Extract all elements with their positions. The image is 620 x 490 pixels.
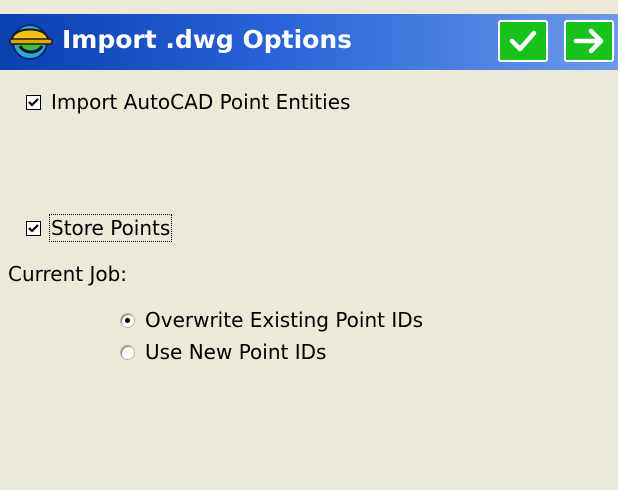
overwrite-ids-label: Overwrite Existing Point IDs xyxy=(145,308,424,332)
next-button[interactable] xyxy=(564,20,614,62)
ok-button[interactable] xyxy=(498,20,548,62)
dialog-screen: Import .dwg Options Import AutoCAD Point… xyxy=(0,0,618,490)
arrow-right-icon xyxy=(573,28,604,54)
checkmark-icon xyxy=(28,223,39,233)
new-ids-option[interactable]: Use New Point IDs xyxy=(120,340,326,364)
current-job-label: Current Job: xyxy=(8,262,128,286)
import-point-entities-label: Import AutoCAD Point Entities xyxy=(51,90,351,114)
store-points-checkbox[interactable] xyxy=(26,220,41,236)
store-points-option[interactable]: Store Points xyxy=(26,214,173,242)
new-ids-radio[interactable] xyxy=(120,344,135,360)
radio-selected-dot xyxy=(125,317,130,323)
hardhat-app-icon xyxy=(8,20,54,62)
new-ids-label: Use New Point IDs xyxy=(145,340,327,364)
title-bar: Import .dwg Options xyxy=(0,14,618,70)
overwrite-ids-option[interactable]: Overwrite Existing Point IDs xyxy=(120,308,423,332)
checkmark-icon xyxy=(28,97,39,107)
checkmark-icon xyxy=(509,30,537,52)
import-point-entities-checkbox[interactable] xyxy=(26,94,41,110)
import-point-entities-option[interactable]: Import AutoCAD Point Entities xyxy=(26,89,350,115)
dialog-title: Import .dwg Options xyxy=(62,25,353,54)
overwrite-ids-radio[interactable] xyxy=(120,312,135,328)
store-points-label: Store Points xyxy=(48,214,173,242)
